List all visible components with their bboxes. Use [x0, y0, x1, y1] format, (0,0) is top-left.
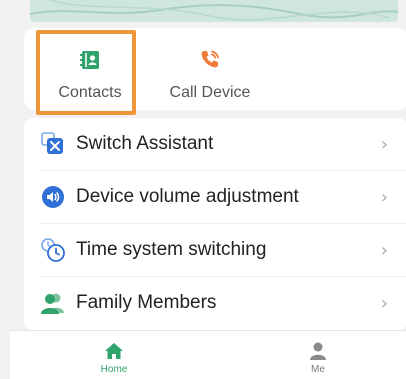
contacts-button[interactable]: Contacts — [40, 40, 140, 110]
settings-menu: Switch Assistant › Device volume adjustm… — [24, 118, 406, 330]
family-members-icon — [40, 290, 66, 316]
menu-item-label: Time system switching — [76, 239, 267, 260]
tab-me[interactable]: Me — [288, 335, 348, 379]
chevron-right-icon: › — [380, 239, 388, 261]
tab-me-label: Me — [311, 364, 325, 375]
contacts-book-icon — [76, 46, 104, 74]
map-preview[interactable] — [30, 0, 398, 22]
bottom-tab-bar: Home Me — [10, 330, 406, 379]
chevron-right-icon: › — [380, 186, 388, 208]
quick-actions-card: Contacts Call Device — [24, 28, 406, 110]
home-icon — [103, 340, 125, 362]
tab-home[interactable]: Home — [84, 335, 144, 379]
phone-call-icon — [196, 46, 224, 74]
person-icon — [307, 340, 329, 362]
menu-item-switch-assistant[interactable]: Switch Assistant › — [24, 118, 406, 170]
menu-item-label: Family Members — [76, 292, 217, 313]
volume-icon — [40, 184, 66, 210]
call-device-button[interactable]: Call Device — [160, 40, 260, 110]
switch-assistant-icon — [40, 131, 66, 157]
call-device-label: Call Device — [169, 84, 251, 101]
menu-item-label: Device volume adjustment — [76, 186, 299, 207]
menu-item-family-members[interactable]: Family Members › — [24, 277, 406, 329]
chevron-right-icon: › — [380, 292, 388, 314]
menu-item-label: Switch Assistant — [76, 133, 214, 154]
tab-home-label: Home — [100, 364, 128, 375]
contacts-label: Contacts — [58, 84, 122, 101]
time-system-icon — [40, 237, 66, 263]
menu-item-device-volume[interactable]: Device volume adjustment › — [24, 171, 406, 223]
menu-item-time-system[interactable]: Time system switching › — [24, 224, 406, 276]
chevron-right-icon: › — [380, 133, 388, 155]
